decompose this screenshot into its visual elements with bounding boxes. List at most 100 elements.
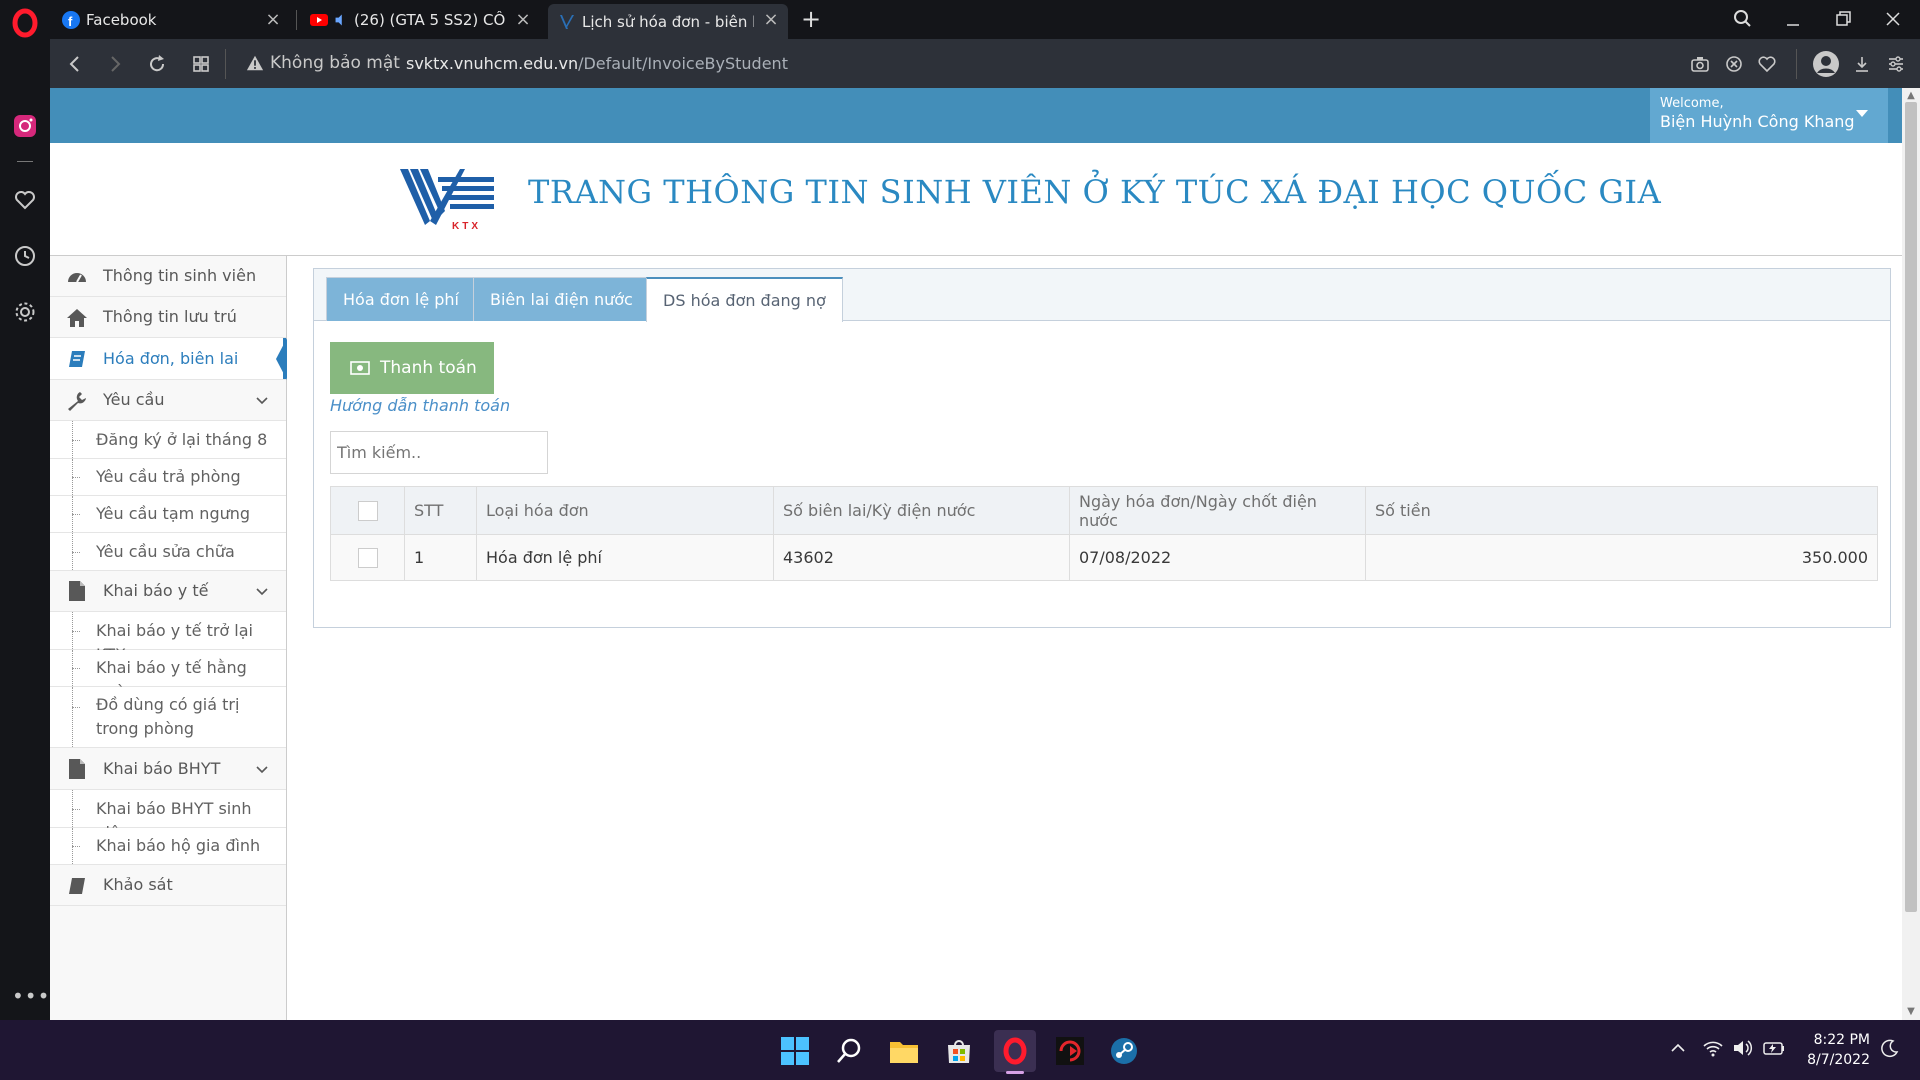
tab-close-icon[interactable]: × bbox=[264, 11, 282, 29]
wifi-icon[interactable] bbox=[1702, 1038, 1724, 1058]
tab-fee-invoices[interactable]: Hóa đơn lệ phí bbox=[326, 277, 476, 321]
menu-item-residence-info[interactable]: Thông tin lưu trú bbox=[50, 297, 286, 338]
book-icon bbox=[69, 878, 85, 894]
browser-tab-strip: f Facebook × (26) (GTA 5 SS2) CÔ THỦ × L… bbox=[0, 0, 1920, 39]
snapshot-camera-icon[interactable] bbox=[1688, 52, 1712, 76]
show-hidden-icons[interactable] bbox=[1668, 1038, 1688, 1058]
submenu-item[interactable]: Yêu cầu tạm ngưng bbox=[50, 496, 286, 533]
menu-item-survey[interactable]: Khảo sát bbox=[50, 865, 286, 906]
minimize-button[interactable] bbox=[1780, 6, 1808, 32]
tab-youtube[interactable]: (26) (GTA 5 SS2) CÔ THỦ × bbox=[300, 4, 540, 36]
pay-button-label: Thanh toán bbox=[380, 358, 477, 378]
menu-item-health-declaration[interactable]: Khai báo y tế bbox=[50, 571, 286, 612]
payment-guide-link[interactable]: Hướng dẫn thanh toán bbox=[330, 396, 510, 415]
search-icon[interactable] bbox=[828, 1030, 870, 1072]
submenu-label: Khai báo hộ gia đình bbox=[96, 836, 261, 855]
heart-icon[interactable] bbox=[12, 187, 38, 213]
search-input[interactable] bbox=[330, 431, 548, 474]
adblock-icon[interactable] bbox=[1722, 52, 1746, 76]
submenu-item[interactable]: Yêu cầu trả phòng bbox=[50, 459, 286, 496]
row-checkbox[interactable] bbox=[357, 547, 378, 568]
url-field[interactable]: svktx.vnuhcm.edu.vn/Default/InvoiceByStu… bbox=[406, 54, 788, 73]
row-select-cell[interactable] bbox=[330, 534, 405, 581]
restore-button[interactable] bbox=[1830, 6, 1858, 32]
speed-dial-icon[interactable] bbox=[188, 51, 214, 77]
start-windows-icon[interactable] bbox=[774, 1030, 816, 1072]
menu-item-requests[interactable]: Yêu cầu bbox=[50, 380, 286, 421]
bookmark-heart-icon[interactable] bbox=[1755, 52, 1779, 76]
settings-gear-icon[interactable] bbox=[12, 299, 38, 325]
submenu-item[interactable]: Khai báo BHYT sinh viên bbox=[50, 790, 286, 842]
opera-logo-icon[interactable] bbox=[10, 8, 40, 38]
tab-outstanding-invoices[interactable]: DS hóa đơn đang nợ bbox=[646, 277, 843, 322]
cell-receipt: 43602 bbox=[773, 534, 1070, 581]
menu-item-invoices[interactable]: Hóa đơn, biên lai bbox=[50, 338, 287, 380]
tab-facebook[interactable]: f Facebook × bbox=[52, 4, 290, 36]
security-label: Không bảo mật bbox=[270, 53, 400, 73]
menu-item-insurance-declaration[interactable]: Khai báo BHYT bbox=[50, 748, 286, 790]
page-scrollbar[interactable]: ▲ ▼ bbox=[1902, 88, 1920, 1020]
speaker-icon[interactable] bbox=[334, 13, 348, 27]
tab-close-icon[interactable]: × bbox=[514, 11, 532, 29]
file-explorer-icon[interactable] bbox=[883, 1030, 925, 1072]
microsoft-store-icon[interactable] bbox=[938, 1030, 980, 1072]
invoice-panel: Hóa đơn lệ phí Biên lai điện nước DS hóa… bbox=[313, 268, 1891, 628]
user-menu[interactable]: Welcome, Biện Huỳnh Công Khang bbox=[1650, 88, 1888, 143]
search-tabs-icon[interactable] bbox=[1730, 6, 1758, 32]
menu-label: Khai báo BHYT bbox=[103, 759, 221, 778]
new-tab-button[interactable]: + bbox=[798, 6, 824, 32]
wrench-icon bbox=[68, 392, 86, 411]
steam-icon[interactable] bbox=[1103, 1030, 1145, 1072]
submenu-item[interactable]: Khai báo y tế hằng ngày bbox=[50, 650, 286, 701]
reload-icon[interactable] bbox=[144, 51, 170, 77]
forward-icon[interactable] bbox=[102, 51, 128, 77]
garena-icon[interactable] bbox=[1049, 1030, 1091, 1072]
security-indicator[interactable]: Không bảo mật bbox=[246, 53, 400, 73]
header-select-all[interactable] bbox=[330, 486, 405, 535]
close-window-button[interactable] bbox=[1880, 6, 1908, 32]
tab-label: Facebook bbox=[86, 11, 157, 29]
site-icon bbox=[560, 14, 574, 29]
table-row[interactable]: 1 Hóa đơn lệ phí 43602 07/08/2022 350.00… bbox=[330, 534, 1878, 581]
tab-label: (26) (GTA 5 SS2) CÔ THỦ bbox=[354, 11, 509, 29]
warning-icon bbox=[246, 55, 264, 71]
back-icon[interactable] bbox=[62, 51, 88, 77]
chevron-down-icon bbox=[256, 397, 268, 405]
pay-button[interactable]: Thanh toán bbox=[330, 342, 494, 394]
system-clock[interactable]: 8:22 PM 8/7/2022 bbox=[1792, 1030, 1870, 1070]
more-options-icon[interactable]: ••• bbox=[12, 983, 49, 1009]
svg-text:f: f bbox=[68, 14, 73, 29]
tab-close-icon[interactable]: × bbox=[762, 11, 780, 29]
welcome-label: Welcome, bbox=[1660, 96, 1724, 111]
submenu-item[interactable]: Yêu cầu sửa chữa bbox=[50, 533, 286, 571]
scroll-up-icon[interactable]: ▲ bbox=[1905, 90, 1917, 102]
site-title: TRANG THÔNG TIN SINH VIÊN Ở KÝ TÚC XÁ ĐẠ… bbox=[528, 173, 1662, 211]
profile-avatar-icon[interactable] bbox=[1812, 50, 1840, 78]
scroll-thumb[interactable] bbox=[1905, 102, 1917, 912]
easy-setup-icon[interactable] bbox=[1884, 52, 1908, 76]
header-type: Loại hóa đơn bbox=[476, 486, 774, 535]
file-icon bbox=[69, 581, 85, 601]
address-bar: Không bảo mật svktx.vnuhcm.edu.vn/Defaul… bbox=[50, 39, 1920, 88]
submenu-item[interactable]: Khai báo y tế trở lại KTX bbox=[50, 612, 286, 664]
submenu-item[interactable]: Đăng ký ở lại tháng 8 bbox=[50, 421, 286, 459]
notification-moon-icon[interactable] bbox=[1880, 1038, 1900, 1058]
tab-utility-receipts[interactable]: Biên lai điện nước bbox=[473, 277, 650, 321]
instagram-icon[interactable] bbox=[12, 113, 38, 139]
logo-text: KTX bbox=[452, 221, 481, 232]
scroll-down-icon[interactable]: ▼ bbox=[1905, 1006, 1917, 1018]
opera-taskbar-icon[interactable] bbox=[994, 1030, 1036, 1072]
volume-icon[interactable] bbox=[1732, 1038, 1754, 1058]
submenu-item[interactable]: Khai báo hộ gia đình bbox=[50, 828, 286, 865]
dashboard-icon bbox=[68, 273, 86, 283]
battery-icon[interactable] bbox=[1762, 1038, 1786, 1058]
submenu-item[interactable]: Đồ dùng có giá trị trong phòng bbox=[50, 687, 286, 748]
user-name: Biện Huỳnh Công Khang bbox=[1660, 112, 1855, 131]
submenu-label: Đăng ký ở lại tháng 8 bbox=[96, 430, 268, 449]
tab-invoice-history[interactable]: Lịch sử hóa đơn - biên lai - × bbox=[548, 4, 788, 39]
history-clock-icon[interactable] bbox=[12, 243, 38, 269]
ktx-logo[interactable]: KTX bbox=[400, 167, 495, 232]
select-all-checkbox[interactable] bbox=[357, 500, 378, 521]
menu-item-student-info[interactable]: Thông tin sinh viên bbox=[50, 256, 286, 297]
download-icon[interactable] bbox=[1850, 52, 1874, 76]
